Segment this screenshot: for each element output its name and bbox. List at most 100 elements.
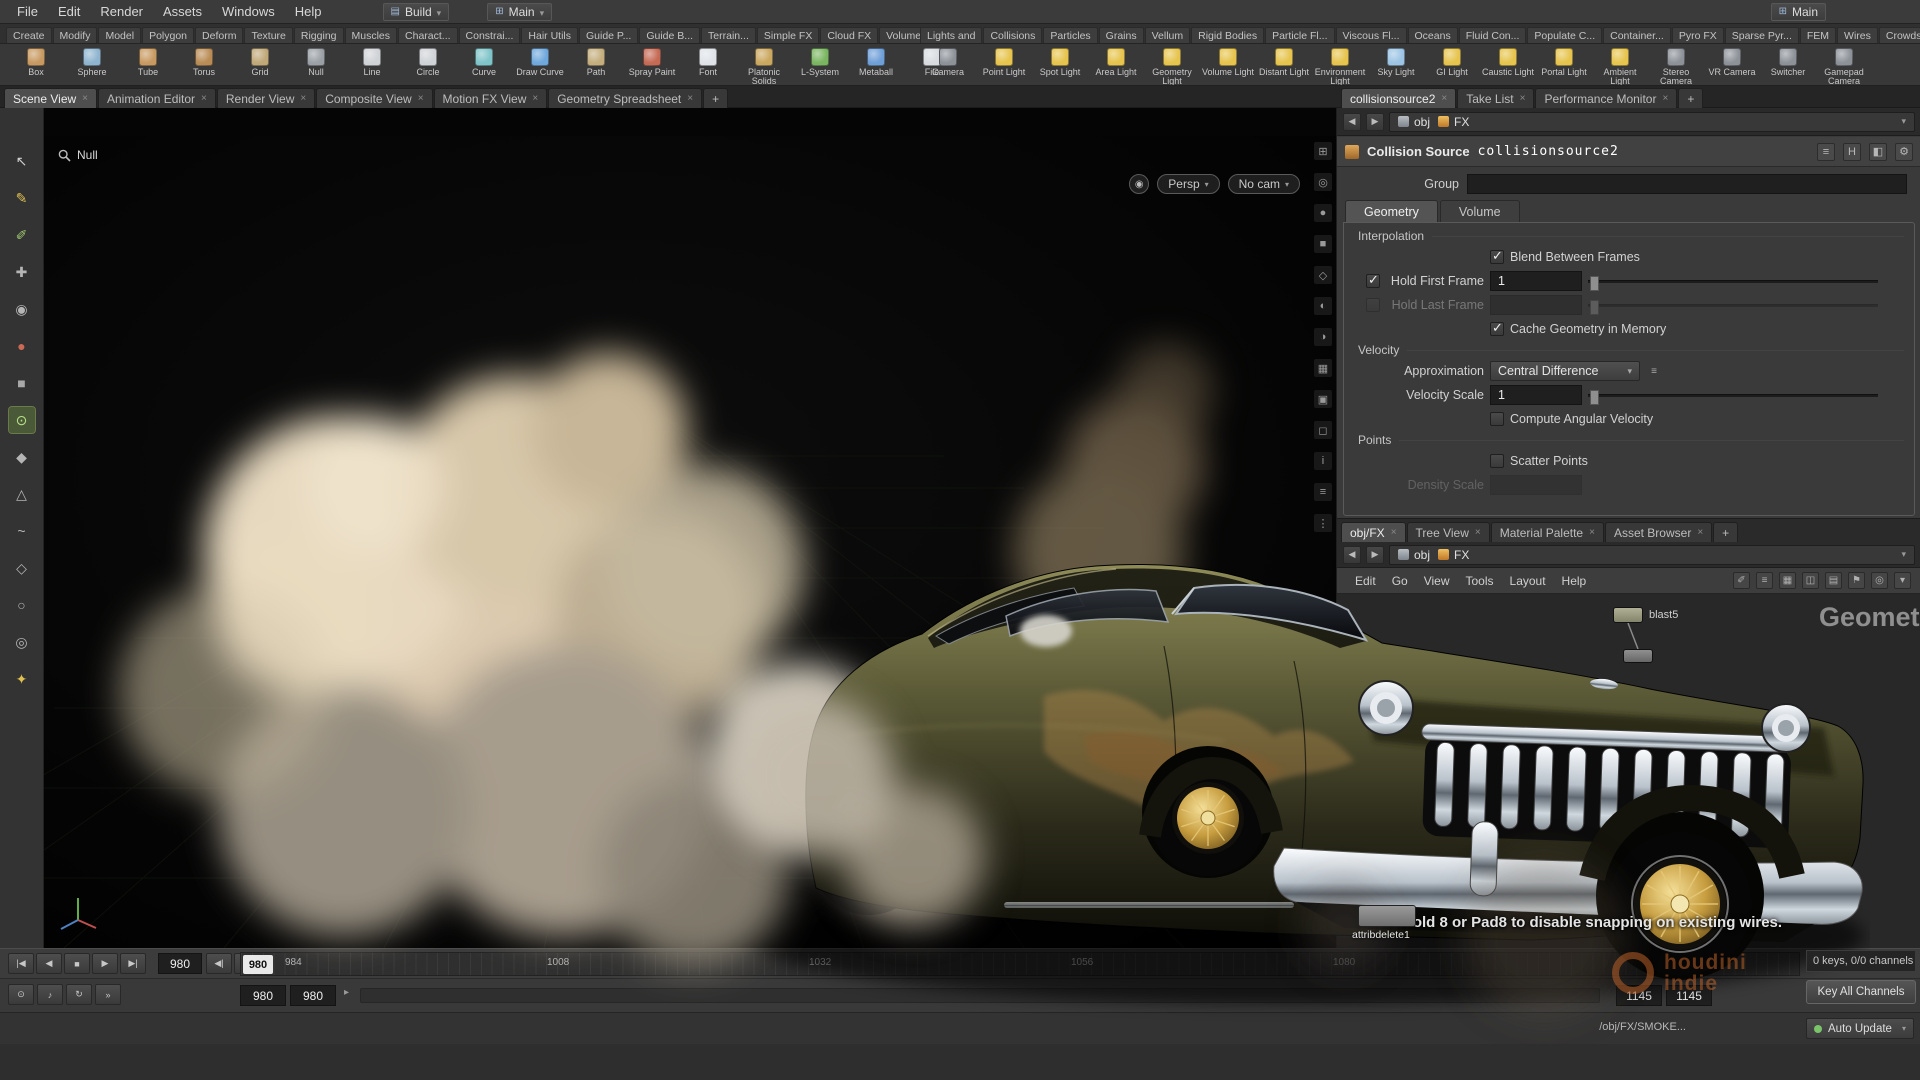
presets-icon[interactable]: ≡ [1817,143,1835,161]
shelf-tab-fem[interactable]: FEM [1800,27,1836,44]
pin-view-icon[interactable]: ● [1314,204,1332,222]
close-icon[interactable]: × [1697,527,1703,538]
timeline-ruler[interactable]: 980 9841008103210561080 [240,952,1800,976]
camera-lock-icon[interactable]: ◉ [1129,174,1149,194]
shelf-tab-collisions[interactable]: Collisions [983,27,1042,44]
range-bar[interactable] [360,988,1600,1003]
shelf-tool-null[interactable]: Null [288,46,344,86]
cache-geometry-checkbox[interactable] [1490,322,1504,336]
hold-first-frame-checkbox[interactable] [1366,274,1380,288]
shelf-tab-charact[interactable]: Charact... [398,27,458,44]
shelf-tab-container[interactable]: Container... [1603,27,1671,44]
camera-view-icon[interactable]: ◎ [1314,173,1332,191]
shelf-tool-platonic-solids[interactable]: Platonic Solids [736,46,792,86]
blend-between-frames-checkbox[interactable] [1490,250,1504,264]
shelf-tab-rigid-bodies[interactable]: Rigid Bodies [1191,27,1264,44]
snap-toggle-icon[interactable]: ▣ [1314,390,1332,408]
node-blast5[interactable] [1613,607,1643,623]
shelf-tool-caustic-light[interactable]: Caustic Light [1480,46,1536,86]
shelf-tool-curve[interactable]: Curve [456,46,512,86]
shelf-tool-geometry-light[interactable]: Geometry Light [1144,46,1200,86]
shelf-tab-wires[interactable]: Wires [1837,27,1878,44]
shelf-tab-guide-p[interactable]: Guide P... [579,27,638,44]
network-menu-layout[interactable]: Layout [1502,572,1554,590]
curve-tool-icon[interactable]: ~ [9,518,35,544]
shelf-tool-sphere[interactable]: Sphere [64,46,120,86]
shelf-tool-portal-light[interactable]: Portal Light [1536,46,1592,86]
shelf-tab-constrai[interactable]: Constrai... [459,27,521,44]
prev-frame-button[interactable]: ◀| [206,953,232,974]
align-icon[interactable]: ≡ [1756,572,1773,589]
shelf-tab-model[interactable]: Model [98,27,141,44]
hold-first-frame-input[interactable]: 1 [1490,271,1582,291]
shelf-tool-circle[interactable]: Circle [400,46,456,86]
velocity-scale-input[interactable]: 1 [1490,385,1582,405]
range-end-field2[interactable]: 1145 [1666,985,1712,1006]
shelf-tool-gamepad-camera[interactable]: Gamepad Camera [1816,46,1872,86]
auto-key-icon[interactable]: ⊙ [8,984,34,1005]
update-mode-menu[interactable]: Auto Update [1806,1018,1914,1039]
go-end-button[interactable]: ▶| [120,953,146,974]
close-icon[interactable]: × [1662,93,1668,104]
view-tool-icon[interactable]: ○ [9,592,35,618]
range-end-field[interactable]: 1145 [1616,985,1662,1006]
pane-tab-scene-view[interactable]: Scene View× [4,88,97,108]
network-menu-tools[interactable]: Tools [1458,572,1502,590]
pencil-tool-icon[interactable]: ✎ [9,185,35,211]
hold-last-frame-input[interactable] [1490,295,1582,315]
more-options-icon[interactable]: ⋮ [1314,514,1332,532]
shelf-tab-terrain[interactable]: Terrain... [701,27,756,44]
approximation-dropdown[interactable]: Central Difference [1490,361,1640,381]
menu-icon[interactable]: ▾ [1894,572,1911,589]
shelf-tab-muscles[interactable]: Muscles [345,27,398,44]
menu-help[interactable]: Help [286,2,331,21]
shelf-tool-point-light[interactable]: Point Light [976,46,1032,86]
desktop-switch-chip[interactable]: ⊞ Main [1771,3,1826,21]
shelf-tab-polygon[interactable]: Polygon [142,27,194,44]
network-crumb-fx[interactable]: FX [1438,548,1469,562]
pane-tab-performance-monitor[interactable]: Performance Monitor× [1535,88,1677,108]
path-breadcrumb[interactable]: objFX▾ [1389,112,1915,132]
shelf-tab-grains[interactable]: Grains [1099,27,1144,44]
shelf-tab-fluid-con[interactable]: Fluid Con... [1459,27,1527,44]
desktop-main-chip[interactable]: ⊞ Main [487,3,552,21]
shelf-tab-simple-fx[interactable]: Simple FX [757,27,819,44]
pane-tab-motion-fx-view[interactable]: Motion FX View× [434,88,548,108]
pane-tab-collisionsource2[interactable]: collisionsource2× [1341,88,1456,108]
select-arrow-icon[interactable]: ↖ [9,148,35,174]
menu-edit[interactable]: Edit [49,2,89,21]
shelf-tool-vr-camera[interactable]: VR Camera [1704,46,1760,86]
range-start-field2[interactable]: 980 [290,985,336,1006]
shelf-tab-particles[interactable]: Particles [1043,27,1097,44]
close-icon[interactable]: × [1391,527,1397,538]
shelf-tab-cloud-fx[interactable]: Cloud FX [820,27,878,44]
flag-icon[interactable]: ⚑ [1848,572,1865,589]
menu-assets[interactable]: Assets [154,2,211,21]
shelf-tab-pyro-fx[interactable]: Pyro FX [1672,27,1724,44]
close-icon[interactable]: × [687,93,693,104]
forward-button[interactable]: ▶ [1366,546,1384,564]
layout-single-icon[interactable]: ⊞ [1314,142,1332,160]
close-icon[interactable]: × [1520,93,1526,104]
pane-tab-take-list[interactable]: Take List× [1457,88,1534,108]
shelf-tab-populate-c[interactable]: Populate C... [1527,27,1602,44]
paint-tool-icon[interactable]: ✐ [9,222,35,248]
network-menu-edit[interactable]: Edit [1347,572,1384,590]
play-button[interactable]: ▶ [92,953,118,974]
pane-tab-plus[interactable]: + [703,88,728,108]
hold-icon[interactable]: H [1843,143,1861,161]
edit-wires-icon[interactable]: ✐ [1733,572,1750,589]
snap-tool-icon[interactable]: ◇ [9,555,35,581]
close-icon[interactable]: × [1475,527,1481,538]
shelf-tab-lights-and[interactable]: Lights and [920,27,982,44]
shelf-tab-viscous-fl[interactable]: Viscous Fl... [1336,27,1407,44]
menu-render[interactable]: Render [91,2,152,21]
tab-volume[interactable]: Volume [1440,200,1520,222]
palette-icon[interactable]: ▤ [1825,572,1842,589]
shelf-tool-font[interactable]: Font [680,46,736,86]
playhead[interactable]: 980 [243,955,273,974]
shelf-tab-crowds[interactable]: Crowds [1879,27,1920,44]
close-icon[interactable]: × [1589,527,1595,538]
network-menu-view[interactable]: View [1416,572,1458,590]
close-icon[interactable]: × [201,93,207,104]
